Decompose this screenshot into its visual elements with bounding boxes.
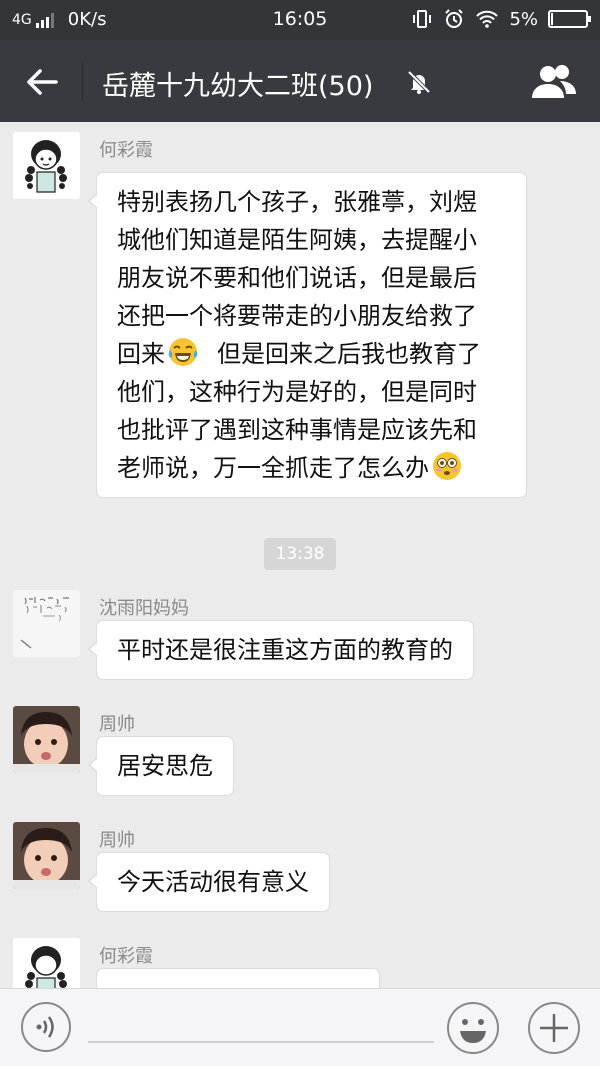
plus-icon[interactable] bbox=[527, 1001, 581, 1055]
chat-input-bar bbox=[0, 988, 600, 1066]
avatar[interactable] bbox=[13, 822, 80, 889]
message-line: 他们，这种行为是好的，但是同时 bbox=[117, 378, 477, 406]
avatar[interactable] bbox=[13, 132, 80, 199]
message-line: 特别表扬几个孩子，张雅葶，刘煜 bbox=[117, 188, 477, 216]
vibrate-icon bbox=[413, 10, 432, 28]
chat-message-list[interactable]: 何彩霞 特别表扬几个孩子，张雅葶，刘煜 城他们知道是陌生阿姨，去提醒小 朋友说不… bbox=[0, 122, 600, 988]
message-text: 今天活动很有意义 bbox=[117, 868, 309, 896]
cartoon-girl-avatar-icon bbox=[13, 132, 80, 199]
message-line: 还把一个将要带走的小朋友给救了 bbox=[117, 302, 477, 330]
message-bubble[interactable]: 特别表扬几个孩子，张雅葶，刘煜 城他们知道是陌生阿姨，去提醒小 朋友说不要和他们… bbox=[88, 172, 527, 498]
message-bubble[interactable]: 今天活动很有意义 bbox=[88, 852, 330, 912]
laugh-cry-emoji-icon bbox=[168, 338, 198, 366]
battery-icon bbox=[548, 10, 591, 28]
avatar[interactable] bbox=[13, 590, 80, 657]
status-bar: 4G 0K/s 16:05 5% bbox=[0, 0, 600, 40]
child-photo-avatar-icon bbox=[13, 822, 80, 889]
battery-percent: 5% bbox=[509, 8, 538, 30]
voice-input-icon[interactable] bbox=[20, 1001, 72, 1053]
avatar[interactable] bbox=[13, 938, 80, 988]
emoji-face-icon[interactable] bbox=[446, 1001, 500, 1055]
message-line: 也批评了遇到这种事情是应该先和 bbox=[117, 416, 477, 444]
message-line: 朋友说不要和他们说话，但是最后 bbox=[117, 264, 477, 292]
message-line: 老师说，万一全抓走了怎么办 bbox=[117, 449, 506, 487]
group-members-icon[interactable] bbox=[530, 62, 578, 100]
sender-name: 周帅 bbox=[99, 830, 135, 851]
timestamp-badge: 13:38 bbox=[264, 538, 336, 570]
child-photo-avatar-icon bbox=[13, 706, 80, 773]
sender-name: 何彩霞 bbox=[99, 946, 153, 967]
back-arrow-icon[interactable] bbox=[22, 62, 62, 102]
wifi-icon bbox=[476, 10, 499, 28]
flushed-face-emoji-icon bbox=[433, 452, 461, 480]
cartoon-girl-avatar-icon bbox=[13, 938, 80, 988]
message-text: 平时还是很注重这方面的教育的 bbox=[117, 636, 453, 664]
message-line: 回来 但是回来之后我也教育了 bbox=[117, 335, 506, 373]
message-bubble[interactable]: 居安思危 bbox=[88, 736, 234, 796]
handwriting-avatar-icon bbox=[13, 590, 80, 657]
message-bubble[interactable]: 平时还是很注重这方面的教育的 bbox=[88, 620, 474, 680]
message-input[interactable] bbox=[88, 999, 434, 1043]
battery-level bbox=[551, 13, 553, 25]
message-text: 居安思危 bbox=[117, 752, 213, 780]
status-right: 5% bbox=[411, 8, 591, 30]
bell-muted-icon bbox=[407, 70, 431, 94]
sender-name: 沈雨阳妈妈 bbox=[99, 598, 189, 619]
chat-header: 岳麓十九幼大二班(50) bbox=[0, 40, 600, 122]
avatar[interactable] bbox=[13, 706, 80, 773]
message-line: 城他们知道是陌生阿姨，去提醒小 bbox=[117, 226, 477, 254]
message-bubble[interactable] bbox=[96, 968, 380, 988]
sender-name: 周帅 bbox=[99, 714, 135, 735]
header-divider bbox=[82, 62, 83, 102]
alarm-icon bbox=[445, 9, 464, 28]
sender-name: 何彩霞 bbox=[99, 140, 153, 161]
chat-title[interactable]: 岳麓十九幼大二班(50) bbox=[102, 64, 373, 103]
